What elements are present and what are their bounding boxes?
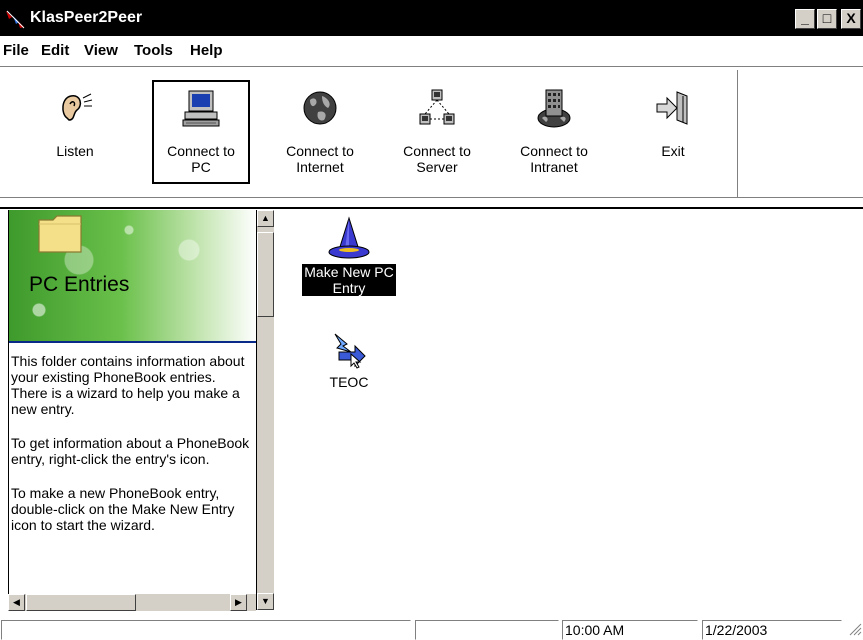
vertical-scrollbar[interactable]: ▲ ▼	[256, 210, 274, 610]
exit-label: Exit	[661, 143, 685, 159]
globe-icon	[303, 91, 337, 125]
connect-to-server-button[interactable]: Connect to Server	[388, 80, 486, 184]
minimize-button[interactable]: _	[795, 9, 815, 29]
scroll-down-button[interactable]: ▼	[257, 593, 274, 610]
banner-title: PC Entries	[29, 273, 130, 296]
connection-arrow-icon	[334, 333, 366, 369]
info-paragraph: To make a new PhoneBook entry, double-cl…	[11, 485, 235, 533]
make-new-pc-entry-label: Make New PC Entry	[302, 264, 396, 296]
info-description: This folder contains information about y…	[11, 353, 255, 551]
connect-to-intranet-label: Connect to Intranet	[520, 143, 588, 175]
horizontal-scroll-thumb[interactable]	[26, 594, 136, 611]
resize-grip-icon[interactable]	[848, 622, 862, 636]
scroll-up-button[interactable]: ▲	[257, 210, 274, 227]
listen-button[interactable]: Listen	[26, 80, 124, 184]
toolbar: Listen Connect to PC Connect to Internet	[0, 68, 863, 198]
building-globe-icon	[537, 89, 571, 128]
status-date: 1/22/2003	[702, 620, 842, 640]
connect-to-internet-label: Connect to Internet	[286, 143, 354, 175]
vertical-scroll-thumb[interactable]	[257, 232, 274, 317]
folder-icon	[38, 215, 82, 253]
window-title: KlasPeer2Peer	[30, 9, 143, 26]
info-pane: PC Entries This folder contains informat…	[8, 210, 257, 610]
close-button[interactable]: X	[841, 9, 861, 29]
banner-underline	[9, 341, 257, 343]
title-bar: KlasPeer2Peer _ □ X	[0, 0, 863, 36]
toolbar-bottom-divider	[0, 197, 863, 198]
pane-frame-top	[0, 207, 863, 209]
listen-label: Listen	[56, 143, 94, 159]
menu-bar: File Edit View Tools Help	[0, 38, 863, 64]
maximize-button[interactable]: □	[817, 9, 837, 29]
app-icon	[6, 10, 25, 29]
status-bar: 10:00 AM 1/22/2003	[0, 614, 863, 640]
info-paragraph: To get information about a PhoneBook ent…	[11, 435, 250, 467]
exit-door-icon	[656, 91, 688, 125]
pc-entries-banner: PC Entries	[9, 210, 257, 341]
connect-to-intranet-button[interactable]: Connect to Intranet	[505, 80, 603, 184]
entries-pane: Make New PC Entry TEOC	[274, 210, 863, 610]
computer-icon	[182, 90, 220, 127]
ear-icon	[62, 93, 93, 121]
horizontal-scrollbar[interactable]: ◀ ▶	[8, 594, 256, 611]
scroll-left-button[interactable]: ◀	[8, 594, 25, 611]
toolbar-divider	[737, 70, 738, 198]
info-paragraph: This folder contains information about y…	[11, 353, 245, 417]
make-new-pc-entry-item[interactable]: Make New PC Entry	[294, 216, 404, 296]
menu-file[interactable]: File	[3, 42, 29, 59]
status-time: 10:00 AM	[562, 620, 698, 640]
connect-to-pc-label: Connect to PC	[167, 143, 235, 175]
status-panel-secondary	[415, 620, 559, 640]
wizard-hat-icon	[328, 216, 370, 259]
connect-to-server-label: Connect to Server	[403, 143, 471, 175]
status-panel-main	[1, 620, 411, 640]
connect-to-internet-button[interactable]: Connect to Internet	[271, 80, 369, 184]
teoc-label: TEOC	[329, 374, 369, 390]
scroll-right-button[interactable]: ▶	[230, 594, 247, 611]
menu-tools[interactable]: Tools	[134, 42, 173, 59]
menu-view[interactable]: View	[84, 42, 118, 59]
connect-to-pc-button[interactable]: Connect to PC	[152, 80, 250, 184]
menu-help[interactable]: Help	[190, 42, 223, 59]
exit-button[interactable]: Exit	[624, 80, 722, 184]
network-icon	[419, 89, 455, 125]
menu-divider	[0, 66, 863, 67]
teoc-item[interactable]: TEOC	[316, 330, 382, 390]
menu-edit[interactable]: Edit	[41, 42, 69, 59]
